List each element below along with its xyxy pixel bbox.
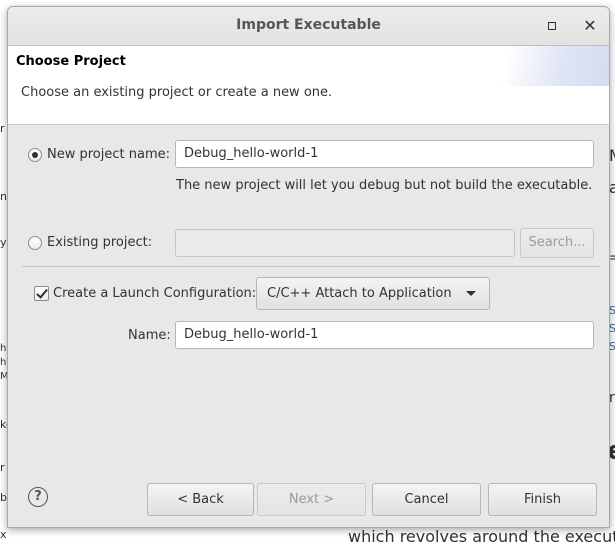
existing-project-label[interactable]: Existing project: xyxy=(47,235,152,250)
checkmark-icon xyxy=(36,286,48,299)
next-button[interactable]: Next > xyxy=(257,483,366,516)
import-executable-dialog: Import Executable ✕ Choose Project Choos… xyxy=(7,6,610,528)
bg-paragraph-fragment: which revolves around the executa xyxy=(348,527,615,546)
close-button[interactable]: ✕ xyxy=(580,16,600,36)
new-project-hint: The new project will let you debug but n… xyxy=(176,178,593,193)
search-button[interactable]: Search... xyxy=(520,228,594,258)
existing-project-input[interactable] xyxy=(175,229,515,257)
bg-text-fragment: n xyxy=(0,190,7,203)
maximize-button[interactable] xyxy=(542,16,562,36)
launch-type-value: C/C++ Attach to Application xyxy=(267,286,452,301)
new-project-name-input[interactable]: Debug_hello-world-1 xyxy=(175,140,594,168)
create-launch-config-checkbox[interactable] xyxy=(34,286,49,301)
bg-text-fragment: y xyxy=(0,236,7,249)
separator xyxy=(22,266,601,267)
launch-name-input[interactable]: Debug_hello-world-1 xyxy=(175,321,594,349)
maximize-icon xyxy=(548,22,556,30)
cancel-button[interactable]: Cancel xyxy=(372,483,481,516)
new-project-label[interactable]: New project name: xyxy=(47,147,170,162)
dialog-title: Import Executable xyxy=(236,17,381,33)
create-launch-config-label[interactable]: Create a Launch Configuration: xyxy=(53,286,256,301)
page-description: Choose an existing project or create a n… xyxy=(21,85,333,100)
back-button[interactable]: < Back xyxy=(147,483,254,516)
new-project-radio[interactable] xyxy=(28,148,42,162)
bg-text-fragment: r xyxy=(0,461,5,474)
launch-name-label: Name: xyxy=(128,328,171,343)
title-bar[interactable]: Import Executable ✕ xyxy=(8,7,609,46)
launch-type-dropdown[interactable]: C/C++ Attach to Application xyxy=(256,277,490,310)
bg-text-fragment: x xyxy=(0,528,7,541)
help-icon[interactable]: ? xyxy=(28,487,48,507)
chevron-down-icon xyxy=(466,291,476,296)
existing-project-radio[interactable] xyxy=(28,236,42,250)
bg-text-fragment: r xyxy=(0,122,5,135)
close-icon: ✕ xyxy=(583,16,597,35)
wizard-banner: Choose Project Choose an existing projec… xyxy=(8,46,609,125)
finish-button[interactable]: Finish xyxy=(488,483,597,516)
page-title: Choose Project xyxy=(16,54,126,69)
banner-graphic xyxy=(449,46,609,86)
